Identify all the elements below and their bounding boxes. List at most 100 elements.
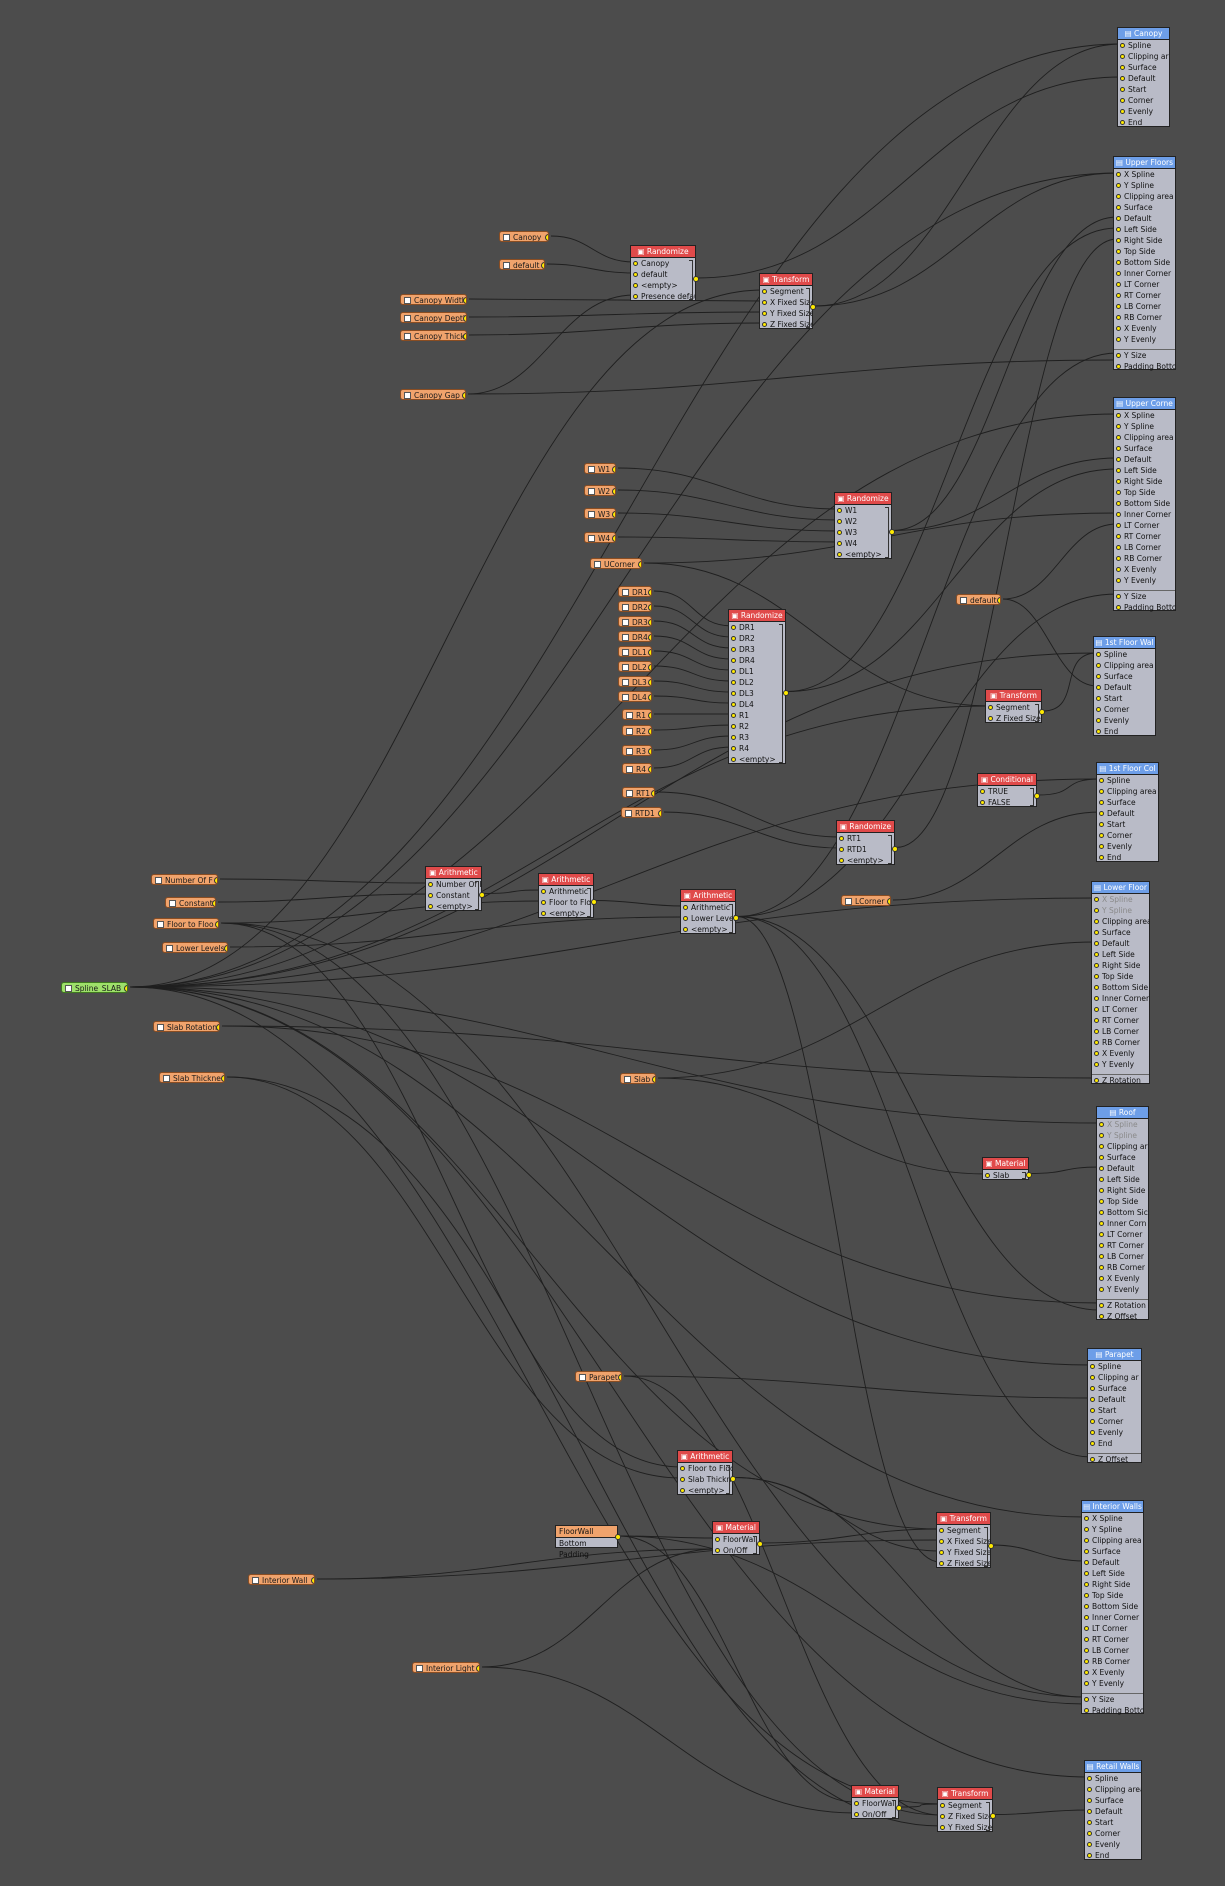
node-port[interactable]: Z Rotation bbox=[1092, 1074, 1149, 1086]
input-lcorner[interactable]: LCorner bbox=[841, 895, 891, 906]
node-port[interactable]: Corner bbox=[1097, 830, 1158, 841]
node-port[interactable]: W3 bbox=[835, 527, 891, 538]
node-port[interactable]: DR1 bbox=[729, 622, 785, 633]
node-port[interactable]: Top Side bbox=[1082, 1590, 1143, 1601]
node-port[interactable]: LB Corner bbox=[1114, 301, 1175, 312]
node-port[interactable]: LT Corner bbox=[1114, 279, 1175, 290]
node-port[interactable]: Surface bbox=[1097, 1152, 1148, 1163]
node-port[interactable]: Default bbox=[1092, 938, 1149, 949]
input-dr1[interactable]: DR1 bbox=[618, 586, 652, 597]
node-port[interactable]: LT Corner bbox=[1092, 1004, 1149, 1015]
node-port[interactable]: Number Of Fl bbox=[426, 879, 481, 890]
node-port[interactable]: X Fixed Size bbox=[937, 1536, 990, 1547]
node-port[interactable]: Lower Levels bbox=[681, 913, 735, 924]
node-port[interactable]: <empty> bbox=[631, 280, 695, 291]
node-port[interactable]: Y Size bbox=[1082, 1693, 1143, 1705]
node-port[interactable]: Left Side bbox=[1097, 1174, 1148, 1185]
node-port[interactable]: Start bbox=[1085, 1817, 1141, 1828]
operator-node-transform3[interactable]: ▣ Transform Segment X Fixed Size Y Fixed Si… bbox=[936, 1512, 994, 1568]
node-port[interactable]: Y Fixed Size bbox=[938, 1822, 992, 1833]
output-node-upper-floors[interactable]: ▤ Upper Floors X Spline Y Spline Clipping a… bbox=[1113, 156, 1176, 371]
node-port[interactable]: Start bbox=[1097, 819, 1158, 830]
node-port[interactable]: Clipping area bbox=[1082, 1535, 1143, 1546]
operator-node-arith2[interactable]: ▣ ArithmeticArithmeticFloor to Floor<emp… bbox=[538, 873, 597, 918]
node-port[interactable]: Surface bbox=[1097, 797, 1158, 808]
node-port[interactable]: Clipping area bbox=[1114, 432, 1175, 443]
node-port[interactable]: LT Corner bbox=[1097, 1229, 1148, 1240]
node-port[interactable]: Arithmetic bbox=[681, 902, 735, 913]
node-port[interactable]: Canopy bbox=[631, 258, 695, 269]
node-port[interactable]: Z Offset bbox=[1088, 1453, 1141, 1465]
output-node-upper-corner[interactable]: ▤ Upper Corne X Spline Y Spline Clipping ar… bbox=[1113, 397, 1176, 613]
node-port[interactable]: DL2 bbox=[729, 677, 785, 688]
node-port[interactable]: LB Corner bbox=[1082, 1645, 1143, 1656]
input-dl3[interactable]: DL3 bbox=[618, 676, 652, 687]
node-port[interactable]: <empty> bbox=[729, 754, 785, 765]
node-port[interactable]: X Evenly bbox=[1097, 1273, 1148, 1284]
node-port[interactable]: Floor to Floor bbox=[539, 897, 593, 908]
node-port[interactable]: Surface bbox=[1094, 671, 1155, 682]
node-port[interactable]: Slab Thickness bbox=[678, 1474, 732, 1485]
node-port[interactable]: Evenly bbox=[1088, 1427, 1141, 1438]
node-port[interactable]: Right Side bbox=[1097, 1185, 1148, 1196]
output-node-first-floor-wall[interactable]: ▤ 1st Floor Wal Spline Clipping area Surfac… bbox=[1093, 636, 1156, 736]
input-canopy-thick[interactable]: Canopy Thick bbox=[400, 330, 467, 341]
node-port[interactable]: Left Side bbox=[1114, 224, 1175, 235]
node-port[interactable]: W4 bbox=[835, 538, 891, 549]
input-w2[interactable]: W2 bbox=[584, 485, 616, 496]
node-port[interactable]: Clipping area bbox=[1094, 660, 1155, 671]
node-port[interactable]: DL4 bbox=[729, 699, 785, 710]
operator-node-rand3[interactable]: ▣ Randomize DR1 DR2 DR3 DR4 DL1 DL2 DL3 DL4 R1 R2 R… bbox=[728, 609, 789, 765]
node-port[interactable]: Surface bbox=[1085, 1795, 1141, 1806]
input-dr4[interactable]: DR4 bbox=[618, 631, 652, 642]
input-parapet[interactable]: Parapet bbox=[575, 1371, 622, 1382]
node-port[interactable]: Segment bbox=[937, 1525, 990, 1536]
node-port[interactable]: Bottom Side bbox=[1114, 498, 1175, 509]
node-port[interactable]: Z Fixed Size bbox=[986, 713, 1041, 724]
node-port[interactable]: Bottom Side bbox=[1114, 257, 1175, 268]
node-port[interactable]: LB Corner bbox=[1114, 542, 1175, 553]
node-port[interactable]: End bbox=[1085, 1850, 1141, 1861]
input-r3[interactable]: R3 bbox=[622, 745, 652, 756]
input-canopy[interactable]: Canopy bbox=[499, 231, 549, 242]
node-port[interactable]: RTD1 bbox=[837, 844, 894, 855]
node-port[interactable]: Inner Corner bbox=[1114, 509, 1175, 520]
node-port[interactable]: Right Side bbox=[1114, 235, 1175, 246]
node-port[interactable]: R4 bbox=[729, 743, 785, 754]
node-port[interactable]: R2 bbox=[729, 721, 785, 732]
node-port[interactable]: Clipping area bbox=[1114, 191, 1175, 202]
node-port[interactable]: LB Corner bbox=[1097, 1251, 1148, 1262]
input-dr3[interactable]: DR3 bbox=[618, 616, 652, 627]
node-port[interactable]: Constant bbox=[426, 890, 481, 901]
node-port[interactable]: Clipping ar bbox=[1097, 1141, 1148, 1152]
node-port[interactable]: RT Corner bbox=[1092, 1015, 1149, 1026]
node-port[interactable]: Clipping ar bbox=[1088, 1372, 1141, 1383]
node-port[interactable]: Default bbox=[1118, 73, 1169, 84]
node-port[interactable]: Default bbox=[1114, 454, 1175, 465]
node-port[interactable]: X Evenly bbox=[1114, 323, 1175, 334]
node-port[interactable]: TRUE bbox=[978, 786, 1036, 797]
input-dr2[interactable]: DR2 bbox=[618, 601, 652, 612]
node-port[interactable]: Y Evenly bbox=[1114, 575, 1175, 586]
node-port[interactable]: Spline bbox=[1085, 1773, 1141, 1784]
node-port[interactable]: X Spline bbox=[1082, 1513, 1143, 1524]
node-port[interactable]: Spline bbox=[1094, 649, 1155, 660]
input-interior-light[interactable]: Interior Light bbox=[412, 1662, 480, 1673]
node-port[interactable]: Corner bbox=[1118, 95, 1169, 106]
node-port[interactable]: Segment bbox=[938, 1800, 992, 1811]
node-port[interactable]: FALSE bbox=[978, 797, 1036, 808]
input-interior-wall[interactable]: Interior Wall bbox=[248, 1574, 315, 1585]
input-default[interactable]: default bbox=[499, 259, 545, 270]
operator-node-rand1[interactable]: ▣ Randomize Canopy default <empty> Presence … bbox=[630, 245, 699, 301]
input-slab-rotation[interactable]: Slab Rotation bbox=[153, 1021, 220, 1032]
operator-node-material2[interactable]: ▣ Material FloorWall On/Off bbox=[712, 1521, 763, 1555]
node-port[interactable]: R3 bbox=[729, 732, 785, 743]
output-node-lower-floor[interactable]: ▤ Lower Floor X Spline Y Spline Clipping ar… bbox=[1091, 881, 1150, 1086]
node-port[interactable]: Top Side bbox=[1092, 971, 1149, 982]
node-port[interactable]: Clipping ar bbox=[1118, 51, 1169, 62]
node-port[interactable]: Padding Bottom bbox=[1114, 602, 1175, 613]
input-floorwall[interactable]: FloorWall Bottom Padding bbox=[555, 1525, 621, 1559]
node-port[interactable]: X Evenly bbox=[1114, 564, 1175, 575]
node-port[interactable]: Y Evenly bbox=[1097, 1284, 1148, 1295]
node-port[interactable]: Y Size bbox=[1114, 349, 1175, 361]
